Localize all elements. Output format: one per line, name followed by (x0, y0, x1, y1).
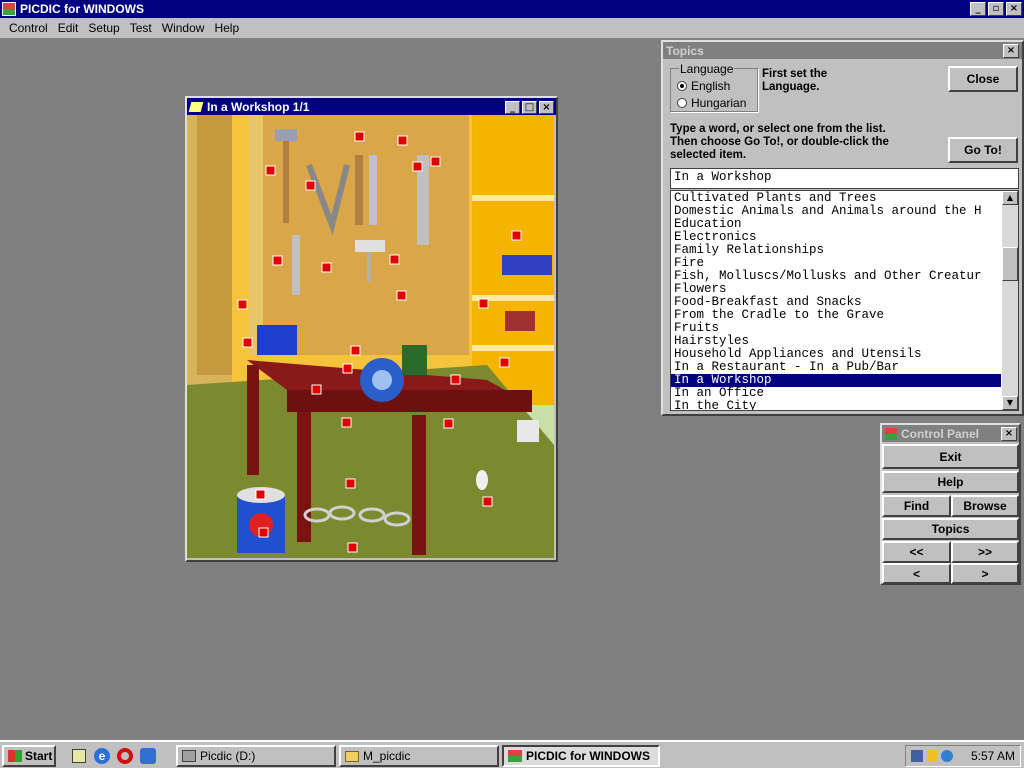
menu-edit[interactable]: Edit (53, 21, 84, 35)
windows-logo-icon (8, 750, 22, 762)
control-panel-title-bar: Control Panel × (882, 425, 1019, 442)
next-page-button[interactable]: > (951, 563, 1019, 584)
radio-english[interactable]: English (677, 79, 730, 93)
language-group: Language English Hungarian (670, 62, 758, 112)
picture-window: In a Workshop 1/1 _ □ × (185, 96, 558, 562)
quicklaunch-channel-icon[interactable] (140, 748, 156, 764)
close-button[interactable]: × (1006, 2, 1022, 16)
radio-hungarian-icon (677, 98, 687, 108)
menu-help[interactable]: Help (209, 21, 244, 35)
task-m-picdic[interactable]: M_picdic (339, 745, 499, 767)
picture-maximize-button[interactable]: □ (522, 101, 537, 114)
picture-close-button[interactable]: × (539, 101, 554, 114)
control-panel: Control Panel × Exit Help Find Browse To… (880, 423, 1021, 585)
topics-close-icon[interactable]: × (1003, 44, 1019, 58)
topics-title-bar: Topics × (663, 42, 1022, 59)
task-label-2: M_picdic (363, 749, 411, 763)
control-panel-close-icon[interactable]: × (1001, 427, 1017, 441)
browse-button[interactable]: Browse (951, 495, 1019, 517)
goto-button[interactable]: Go To! (948, 137, 1018, 163)
minimize-button[interactable]: _ (970, 2, 986, 16)
folder-icon (345, 750, 359, 762)
radio-english-label: English (691, 79, 731, 93)
clock[interactable]: 5:57 AM (971, 749, 1015, 763)
app-icon (2, 2, 16, 16)
start-label: Start (25, 749, 53, 763)
picture-minimize-button[interactable]: _ (505, 101, 520, 114)
picture-window-title-bar: In a Workshop 1/1 _ □ × (187, 98, 556, 115)
last-page-button[interactable]: >> (951, 541, 1019, 563)
drive-icon (182, 750, 196, 762)
menu-setup[interactable]: Setup (83, 21, 124, 35)
scroll-thumb[interactable] (1002, 247, 1018, 281)
task-label-1: Picdic (D:) (200, 749, 256, 763)
list-item[interactable]: Family Relationships (671, 244, 1001, 257)
picture-window-title: In a Workshop 1/1 (207, 99, 310, 114)
control-panel-title: Control Panel (901, 426, 980, 441)
quicklaunch-opera-icon[interactable] (117, 748, 133, 764)
exit-button[interactable]: Exit (882, 444, 1019, 469)
quicklaunch-desktop-icon[interactable] (72, 749, 86, 763)
find-button[interactable]: Find (882, 495, 951, 517)
language-label: Language (679, 62, 735, 76)
first-page-button[interactable]: << (882, 541, 951, 563)
workshop-illustration (187, 115, 554, 558)
topic-search-input[interactable]: In a Workshop (670, 168, 1019, 189)
menu-test[interactable]: Test (125, 21, 157, 35)
radio-english-icon (677, 81, 687, 91)
start-button[interactable]: Start (2, 745, 56, 767)
picdic-task-icon (508, 750, 522, 762)
help-button[interactable]: Help (882, 471, 1019, 493)
radio-hungarian[interactable]: Hungarian (677, 96, 746, 110)
control-panel-icon (885, 427, 897, 440)
close-topics-button[interactable]: Close (948, 66, 1018, 92)
search-instruction: Type a word, or select one from the list… (670, 123, 889, 161)
task-picdic-drive[interactable]: Picdic (D:) (176, 745, 336, 767)
system-tray: 5:57 AM (905, 745, 1021, 767)
topic-list[interactable]: Cultivated Plants and Trees Domestic Anim… (670, 190, 1019, 411)
app-title: PICDIC for WINDOWS (20, 2, 144, 16)
display-icon[interactable] (941, 750, 953, 762)
menu-control[interactable]: Control (4, 21, 53, 35)
radio-hungarian-label: Hungarian (691, 96, 747, 110)
app-title-bar: PICDIC for WINDOWS _ ▫ × (0, 0, 1024, 18)
list-item[interactable]: From the Cradle to the Grave (671, 309, 1001, 322)
restore-button[interactable]: ▫ (988, 2, 1004, 16)
volume-icon[interactable] (927, 750, 937, 762)
quicklaunch-ie-icon[interactable]: e (94, 748, 110, 764)
topics-button[interactable]: Topics (882, 518, 1019, 540)
menu-bar: Control Edit Setup Test Window Help (0, 18, 1024, 38)
scroll-up-icon[interactable]: ▲ (1002, 191, 1018, 205)
list-item[interactable]: In the City (671, 400, 1001, 411)
taskbar: Start e Picdic (D:) M_picdic PICDIC for … (0, 740, 1024, 768)
language-instruction: First set the Language. (762, 68, 828, 93)
menu-window[interactable]: Window (157, 21, 210, 35)
task-label-3: PICDIC for WINDOWS (526, 749, 650, 763)
topics-title: Topics (666, 43, 704, 58)
network-icon[interactable] (911, 750, 923, 762)
scroll-down-icon[interactable]: ▼ (1002, 396, 1018, 410)
task-picdic-windows[interactable]: PICDIC for WINDOWS (502, 745, 660, 767)
page-icon (188, 101, 204, 112)
topics-window: Topics × Language English Hungarian Firs… (661, 40, 1024, 416)
prev-page-button[interactable]: < (882, 563, 951, 584)
list-scrollbar[interactable]: ▲ ▼ (1002, 191, 1018, 410)
